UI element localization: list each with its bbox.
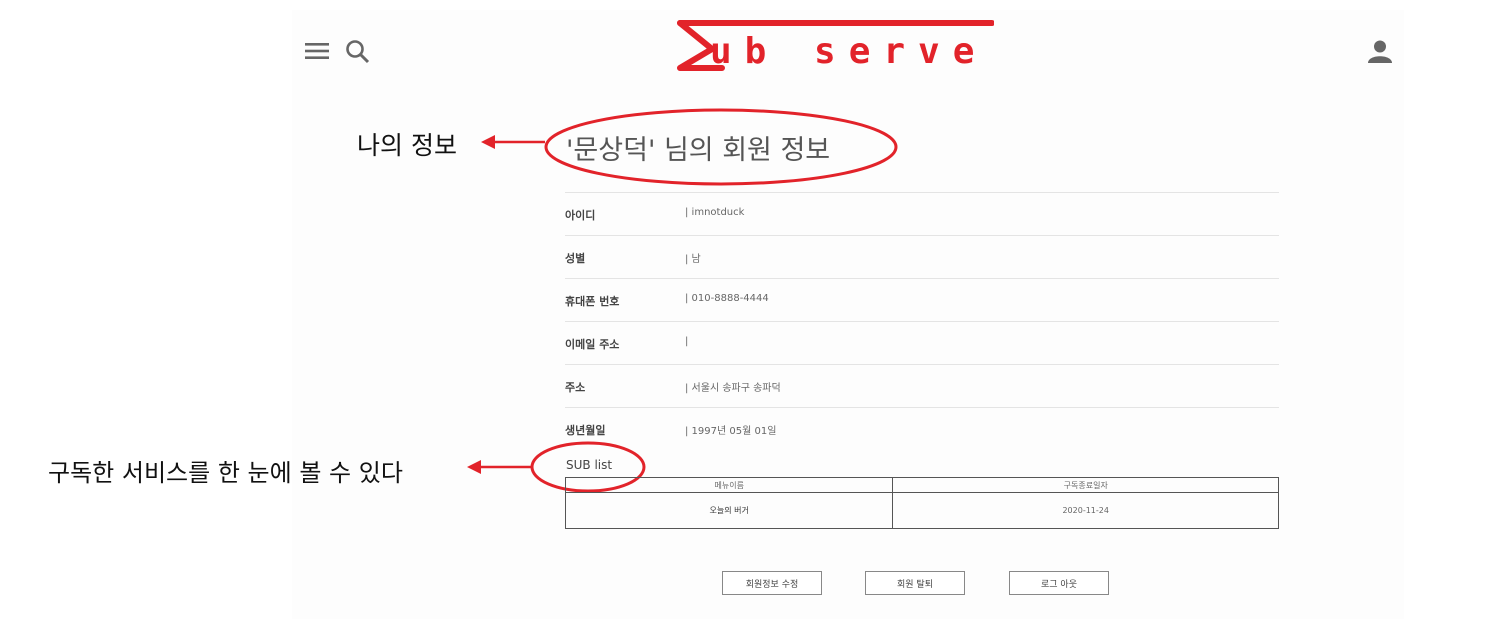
info-row-address: 주소 | 서울시 송파구 송파덕 [565,364,1279,407]
sub-list-table: 메뉴이름 구독종료일자 오늘의 버거 2020-11-24 [564,477,1279,529]
edit-member-info-button[interactable]: 회원정보 수정 [722,571,822,595]
annotation-my-info: 나의 정보 [357,131,457,160]
sub-list-title: SUB list [566,458,613,472]
annotation-sub-list: 구독한 서비스를 한 눈에 볼 수 있다 [48,459,403,487]
info-label: 이메일 주소 [565,338,620,351]
sub-list-arrowhead [467,460,481,474]
info-label: 휴대폰 번호 [565,295,620,308]
withdraw-button[interactable]: 회원 탈퇴 [865,571,965,595]
info-value: | 남 [685,254,701,265]
member-info-table: 아이디 | imnotduck 성별 | 남 휴대폰 번호 | 010-8888… [565,192,1279,450]
info-row-gender: 성별 | 남 [565,235,1279,278]
info-label: 주소 [565,381,586,394]
info-value: | 1997년 05월 01일 [685,426,777,437]
info-row-email: 이메일 주소 | [565,321,1279,364]
info-value: | 서울시 송파구 송파덕 [685,383,781,394]
info-row-phone: 휴대폰 번호 | 010-8888-4444 [565,278,1279,321]
info-value: | [685,336,689,347]
my-info-arrowhead [481,135,495,149]
info-label: 생년월일 [565,424,606,437]
info-value: | 010-8888-4444 [685,293,769,304]
table-row: 오늘의 버거 2020-11-24 [564,492,1279,529]
end-date-cell: 2020-11-24 [892,492,1279,529]
info-value: | imnotduck [685,207,745,218]
column-header-end-date: 구독종료일자 [892,477,1279,493]
info-label: 성별 [565,252,586,265]
info-row-birthdate: 생년월일 | 1997년 05월 01일 [565,407,1279,450]
column-header-menu-name: 메뉴이름 [564,477,894,493]
logout-button[interactable]: 로그 아웃 [1009,571,1109,595]
sub-list-header-row: 메뉴이름 구독종료일자 [564,477,1279,493]
info-row-id: 아이디 | imnotduck [565,192,1279,235]
page-title: '문상덕' 님의 회원 정보 [566,135,831,166]
info-label: 아이디 [565,209,596,222]
menu-name-cell[interactable]: 오늘의 버거 [564,492,894,529]
